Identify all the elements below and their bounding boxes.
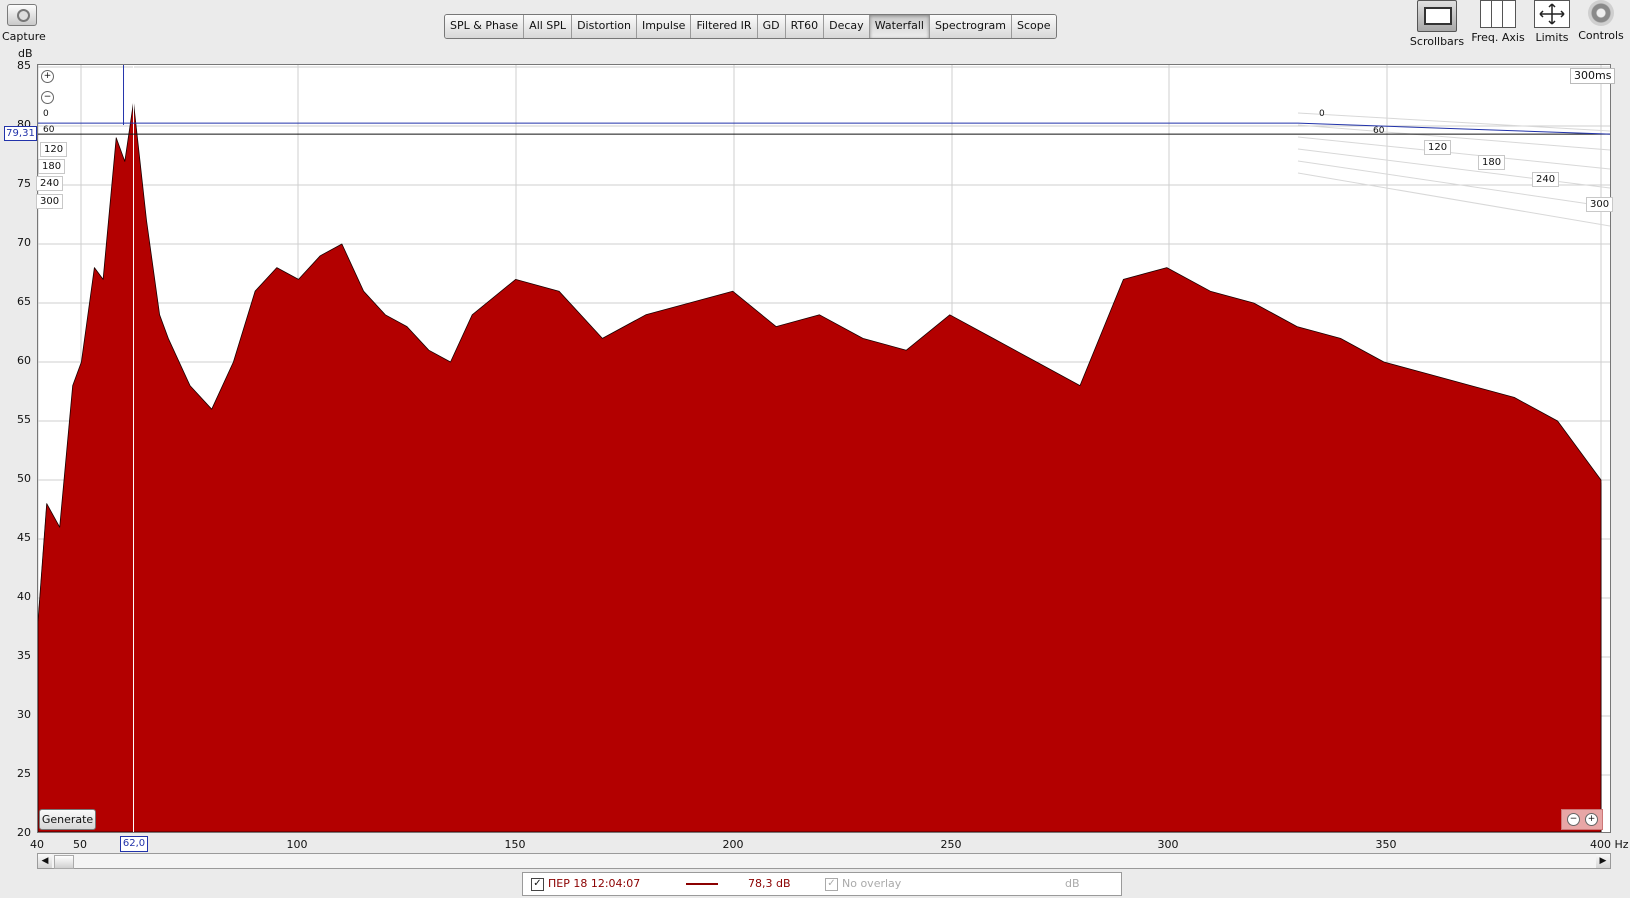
- time-tick-label: 180: [38, 159, 66, 174]
- depth-grid-line: [1297, 136, 1610, 170]
- y-tick-label: 20: [17, 826, 31, 839]
- time-tick-label: 60: [43, 125, 55, 135]
- y-tick-label: 75: [17, 177, 31, 190]
- y-tick-label: 40: [17, 590, 31, 603]
- limits-icon: [1534, 0, 1570, 28]
- tab-decay[interactable]: Decay: [824, 15, 870, 38]
- y-tick-label: 85: [17, 59, 31, 72]
- tab-all-spl[interactable]: All SPL: [524, 15, 573, 38]
- time-tick-label: 180: [1478, 155, 1506, 170]
- time-tick-label: 120: [40, 142, 68, 157]
- zoom-controls-top: + −: [41, 70, 54, 112]
- x-tick-label: 50: [73, 838, 87, 851]
- generate-button[interactable]: Generate: [39, 809, 96, 830]
- time-tick-label: 120: [1424, 140, 1452, 155]
- freq-axis-icon: [1480, 0, 1516, 28]
- x-tick-label: 40: [30, 838, 44, 851]
- tab-gd[interactable]: GD: [757, 15, 786, 38]
- freq-axis-button[interactable]: Freq. Axis: [1469, 0, 1527, 44]
- x-tick-label: 150: [504, 838, 526, 851]
- waterfall-plot[interactable]: [37, 64, 1611, 833]
- overlay-checkbox[interactable]: ✓: [825, 878, 838, 891]
- gear-icon: [1588, 0, 1614, 26]
- time-tick-label: 240: [1532, 172, 1560, 187]
- zoom-out-icon[interactable]: −: [41, 91, 54, 104]
- scrollbars-button[interactable]: Scrollbars: [1409, 0, 1465, 48]
- y-tick-label: 25: [17, 767, 31, 780]
- overlay-label: No overlay: [842, 877, 902, 890]
- tab-spectrogram[interactable]: Spectrogram: [929, 15, 1013, 38]
- tab-impulse[interactable]: Impulse: [636, 15, 692, 38]
- controls-button[interactable]: Controls: [1578, 0, 1624, 42]
- measurement-checkbox[interactable]: ✓: [531, 878, 544, 891]
- y-tick-label: 60: [17, 354, 31, 367]
- x-tick-label: 300: [1157, 838, 1179, 851]
- tab-rt60[interactable]: RT60: [785, 15, 825, 38]
- tab-waterfall[interactable]: Waterfall: [869, 15, 930, 38]
- scrollbars-label: Scrollbars: [1409, 35, 1465, 48]
- limits-button[interactable]: Limits: [1530, 0, 1574, 44]
- time-tick-label: 0: [43, 109, 49, 119]
- time-depth-label: 300ms: [1570, 68, 1616, 84]
- time-tick-label: 300: [1586, 197, 1614, 212]
- scroll-thumb[interactable]: [54, 855, 74, 869]
- horizontal-scrollbar[interactable]: ◀ ▶: [37, 853, 1611, 869]
- tab-scope[interactable]: Scope: [1012, 15, 1056, 38]
- overlay-unit: dB: [1065, 877, 1080, 890]
- camera-icon: [7, 4, 37, 26]
- scrollbars-icon: [1417, 0, 1457, 32]
- time-tick-label: 240: [36, 176, 64, 191]
- measurement-legend: ✓ ПЕР 18 12:04:07 78,3 dB ✓ No overlay d…: [522, 872, 1122, 896]
- capture-button[interactable]: Capture: [2, 4, 46, 43]
- x-tick-label: 100: [286, 838, 308, 851]
- y-tick-label: 70: [17, 236, 31, 249]
- scroll-right-icon[interactable]: ▶: [1596, 854, 1610, 868]
- tab-spl-phase[interactable]: SPL & Phase: [445, 15, 525, 38]
- graph-tabs: SPL & Phase All SPL Distortion Impulse F…: [444, 14, 1057, 39]
- waterfall-slice-front: [38, 102, 1602, 832]
- cursor-x-readout[interactable]: 62,0: [120, 836, 148, 852]
- measurement-level: 78,3 dB: [748, 877, 791, 890]
- x-tick-label: 200: [722, 838, 744, 851]
- zoom-controls-bottom: − +: [1561, 809, 1603, 830]
- measurement-name: ПЕР 18 12:04:07: [548, 877, 641, 890]
- freq-axis-label: Freq. Axis: [1471, 31, 1525, 44]
- capture-label: Capture: [2, 30, 46, 43]
- zoom-in-icon[interactable]: +: [41, 70, 54, 83]
- y-tick-label: 50: [17, 472, 31, 485]
- zoom-out-icon[interactable]: −: [1567, 813, 1580, 826]
- x-tick-label: 250: [940, 838, 962, 851]
- limits-label: Limits: [1535, 31, 1569, 44]
- time-tick-label: 300: [36, 194, 64, 209]
- controls-label: Controls: [1578, 29, 1624, 42]
- x-tick-label: 400 Hz: [1590, 838, 1629, 851]
- measurement-line-swatch: [686, 883, 718, 885]
- depth-grid-line: [1297, 172, 1610, 227]
- depth-grid-line: [1297, 160, 1610, 208]
- y-tick-label: 30: [17, 708, 31, 721]
- time-tick-label: 60: [1373, 126, 1385, 136]
- scroll-left-icon[interactable]: ◀: [38, 854, 52, 868]
- tab-filtered-ir[interactable]: Filtered IR: [691, 15, 758, 38]
- tab-distortion[interactable]: Distortion: [572, 15, 637, 38]
- y-tick-label: 45: [17, 531, 31, 544]
- waterfall-chart: [38, 65, 1610, 832]
- y-tick-label: 65: [17, 295, 31, 308]
- y-tick-label: 35: [17, 649, 31, 662]
- cursor-y-readout[interactable]: 79,31: [4, 126, 37, 141]
- time-tick-label: 0: [1319, 109, 1325, 119]
- zoom-in-icon[interactable]: +: [1585, 813, 1598, 826]
- toolbar: Capture SPL & Phase All SPL Distortion I…: [0, 0, 1630, 60]
- x-tick-label: 350: [1375, 838, 1397, 851]
- depth-grid-line: [1297, 148, 1610, 189]
- y-tick-label: 55: [17, 413, 31, 426]
